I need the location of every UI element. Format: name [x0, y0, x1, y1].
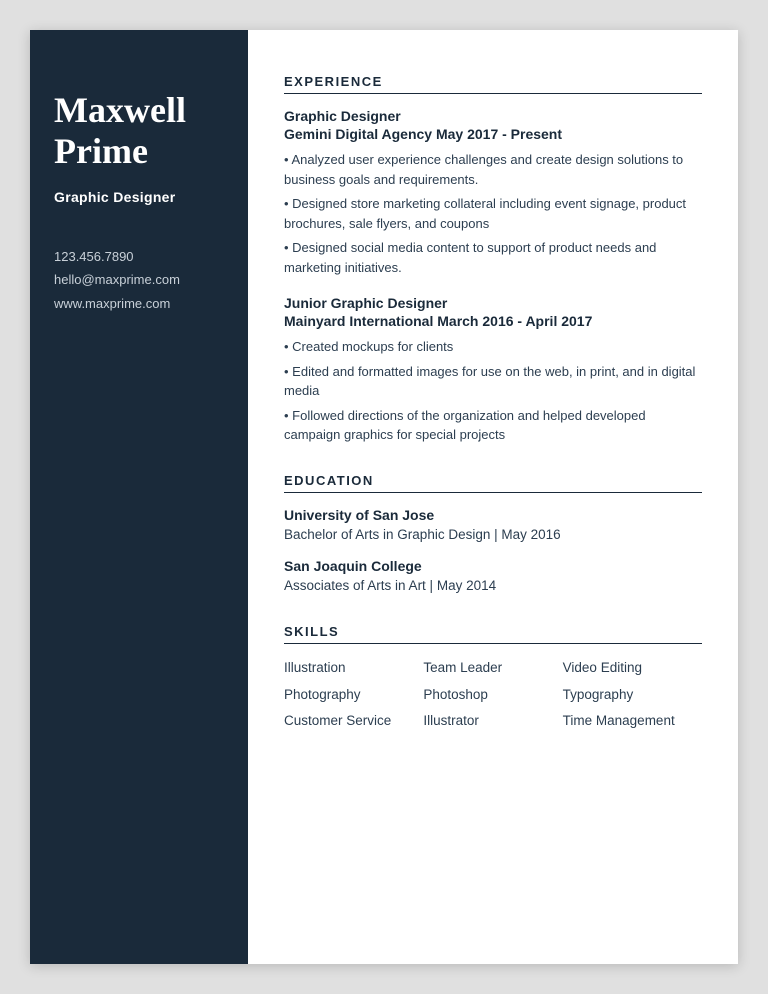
job-2-title: Junior Graphic Designer — [284, 295, 702, 311]
experience-section: EXPERIENCE Graphic Designer Gemini Digit… — [284, 74, 702, 445]
job-2-bullet-3: Followed directions of the organization … — [284, 406, 702, 445]
skills-col-2: Team Leader Photoshop Illustrator — [423, 658, 562, 731]
skill-3-1: Video Editing — [563, 658, 702, 678]
contact-info: 123.456.7890 hello@maxprime.com www.maxp… — [54, 245, 224, 315]
phone: 123.456.7890 — [54, 245, 224, 268]
experience-section-title: EXPERIENCE — [284, 74, 702, 94]
skill-1-3: Customer Service — [284, 711, 423, 731]
skills-grid: Illustration Photography Customer Servic… — [284, 658, 702, 731]
job-2: Junior Graphic Designer Mainyard Interna… — [284, 295, 702, 445]
candidate-name: Maxwell Prime — [54, 90, 224, 173]
skill-2-1: Team Leader — [423, 658, 562, 678]
resume-container: Maxwell Prime Graphic Designer 123.456.7… — [30, 30, 738, 964]
sidebar: Maxwell Prime Graphic Designer 123.456.7… — [30, 30, 248, 964]
skill-2-2: Photoshop — [423, 685, 562, 705]
job-1-bullet-2: Designed store marketing collateral incl… — [284, 194, 702, 233]
education-section: EDUCATION University of San Jose Bachelo… — [284, 473, 702, 597]
skill-2-3: Illustrator — [423, 711, 562, 731]
school-1-name: University of San Jose — [284, 507, 702, 523]
school-2-name: San Joaquin College — [284, 558, 702, 574]
email: hello@maxprime.com — [54, 268, 224, 291]
school-2: San Joaquin College Associates of Arts i… — [284, 558, 702, 596]
job-1-bullets: Analyzed user experience challenges and … — [284, 150, 702, 277]
school-1-degree: Bachelor of Arts in Graphic Design | May… — [284, 526, 702, 545]
job-2-bullet-2: Edited and formatted images for use on t… — [284, 362, 702, 401]
candidate-title: Graphic Designer — [54, 189, 224, 205]
skill-1-1: Illustration — [284, 658, 423, 678]
skills-section: SKILLS Illustration Photography Customer… — [284, 624, 702, 731]
school-1: University of San Jose Bachelor of Arts … — [284, 507, 702, 545]
website: www.maxprime.com — [54, 292, 224, 315]
job-2-company-date: Mainyard International March 2016 - Apri… — [284, 313, 702, 329]
skill-3-3: Time Management — [563, 711, 702, 731]
skill-3-2: Typography — [563, 685, 702, 705]
job-1-bullet-1: Analyzed user experience challenges and … — [284, 150, 702, 189]
skills-col-3: Video Editing Typography Time Management — [563, 658, 702, 731]
main-content: EXPERIENCE Graphic Designer Gemini Digit… — [248, 30, 738, 964]
education-section-title: EDUCATION — [284, 473, 702, 493]
job-1: Graphic Designer Gemini Digital Agency M… — [284, 108, 702, 277]
job-2-bullet-1: Created mockups for clients — [284, 337, 702, 357]
job-1-company-date: Gemini Digital Agency May 2017 - Present — [284, 126, 702, 142]
job-2-bullets: Created mockups for clients Edited and f… — [284, 337, 702, 445]
skill-1-2: Photography — [284, 685, 423, 705]
job-1-bullet-3: Designed social media content to support… — [284, 238, 702, 277]
skills-col-1: Illustration Photography Customer Servic… — [284, 658, 423, 731]
job-1-title: Graphic Designer — [284, 108, 702, 124]
school-2-degree: Associates of Arts in Art | May 2014 — [284, 577, 702, 596]
skills-section-title: SKILLS — [284, 624, 702, 644]
